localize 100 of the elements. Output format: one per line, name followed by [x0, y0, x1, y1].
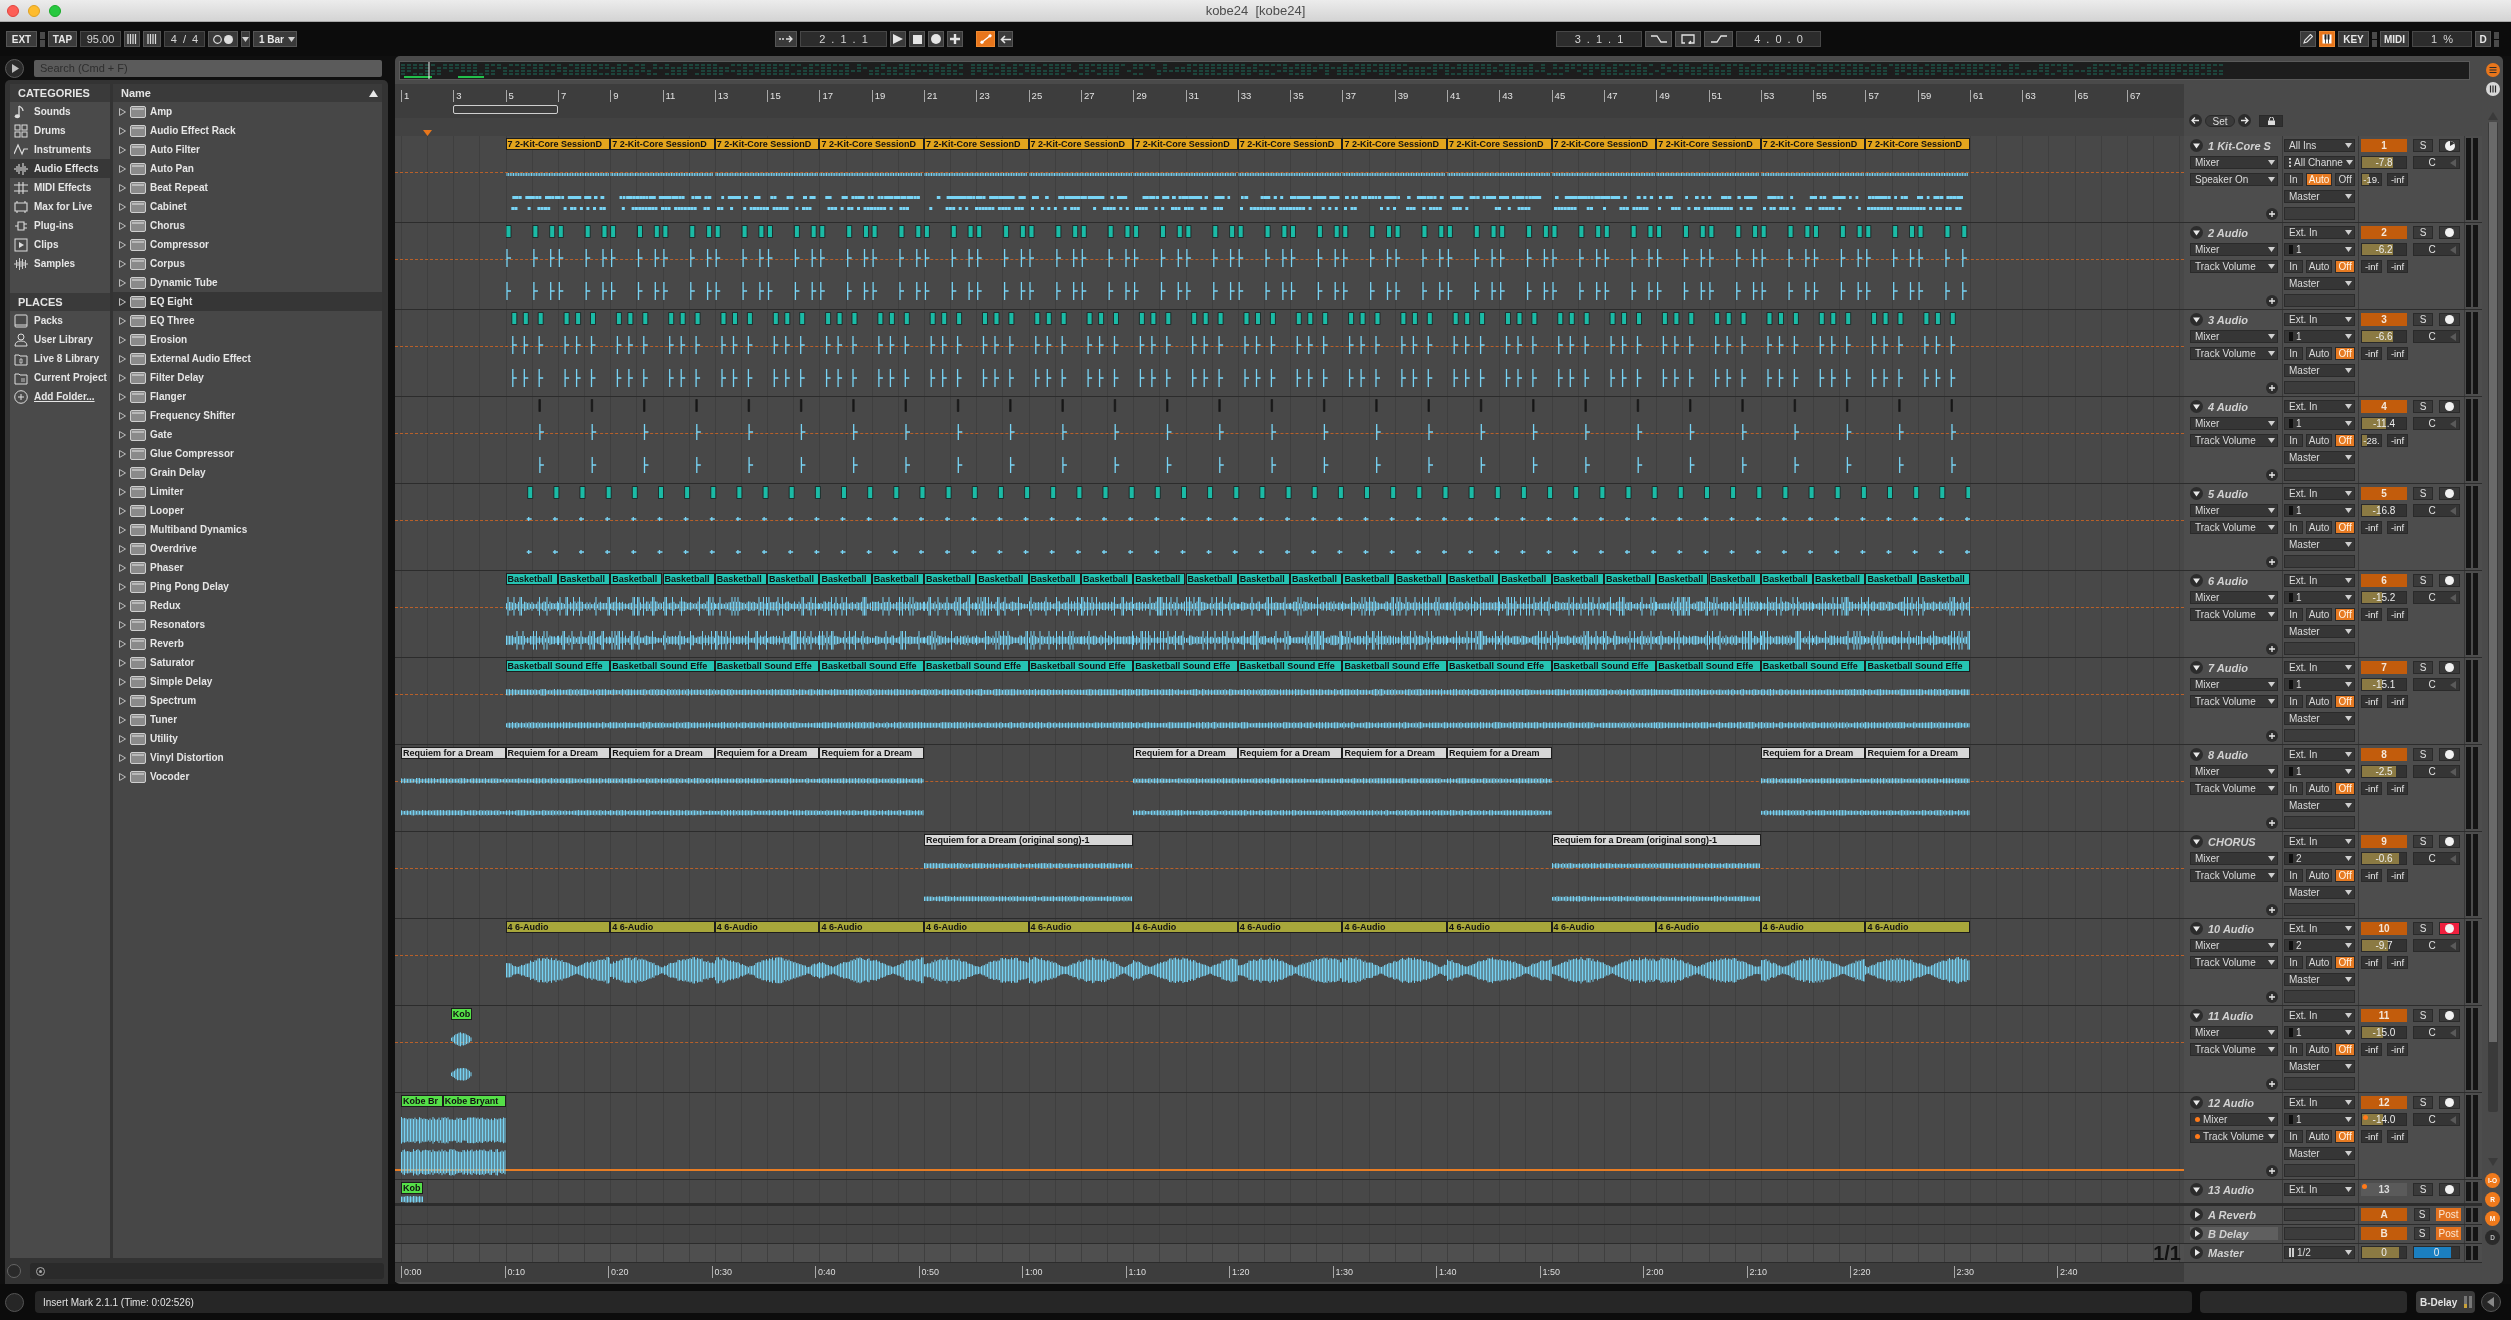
song-position-field[interactable]: 2 . 1 . 1 [800, 31, 887, 47]
input-type-dropdown[interactable]: Ext. In [2284, 1183, 2355, 1196]
empty-field[interactable] [2284, 1077, 2355, 1090]
place-item[interactable]: Packs [10, 311, 110, 330]
track-title-bar[interactable]: 8 Audio [2190, 748, 2278, 761]
device-chooser-dropdown[interactable]: Mixer [2190, 330, 2278, 343]
back-to-arrangement-button[interactable] [998, 31, 1013, 47]
lock-button[interactable] [2259, 115, 2283, 127]
device-chooser-dropdown[interactable]: Mixer [2190, 156, 2278, 169]
clip-header[interactable]: Requiem for a Dream [1447, 747, 1552, 759]
clip-header[interactable]: 4 6-Audio [1028, 921, 1134, 933]
clip-header[interactable]: Basketball [1028, 573, 1081, 585]
triangle-right-outline-icon[interactable] [119, 411, 126, 420]
output-dropdown[interactable]: Master [2284, 886, 2355, 899]
triangle-right-outline-icon[interactable] [119, 677, 126, 686]
track-title-bar[interactable]: 4 Audio [2190, 400, 2278, 413]
triangle-right-outline-icon[interactable] [119, 240, 126, 249]
browser-item[interactable]: Utility [113, 729, 382, 748]
triangle-right-outline-icon[interactable] [119, 335, 126, 344]
track-title-bar[interactable]: CHORUS [2190, 835, 2278, 848]
pan-control[interactable]: C [2413, 243, 2460, 256]
empty-field[interactable] [2284, 1164, 2355, 1177]
browser-item[interactable]: Glue Compressor [113, 444, 382, 463]
short-clips-strip[interactable] [505, 225, 1970, 301]
track-activator-button[interactable]: 6 [2361, 574, 2407, 587]
peak-meter[interactable]: -inf [2361, 608, 2382, 621]
play-button[interactable] [890, 31, 906, 47]
arm-button[interactable] [2439, 922, 2460, 935]
track-activator-button[interactable]: 7 [2361, 661, 2407, 674]
track-activator-button[interactable]: 9 [2361, 835, 2407, 848]
arm-button[interactable] [2439, 139, 2460, 152]
plus-circle-icon[interactable] [2266, 990, 2278, 1003]
triangle-right-icon[interactable] [2190, 1246, 2203, 1259]
input-channel-dropdown[interactable]: 1 [2284, 765, 2355, 778]
device-chooser-dropdown[interactable]: Mixer [2190, 939, 2278, 952]
clip-header[interactable]: Basketball [1133, 573, 1186, 585]
triangle-right-outline-icon[interactable] [119, 525, 126, 534]
monitor-button[interactable]: In [2284, 173, 2303, 186]
triangle-down-icon[interactable] [2190, 1009, 2203, 1022]
arm-button[interactable] [2439, 835, 2460, 848]
monitor-button[interactable]: Auto [2305, 695, 2333, 708]
triangle-right-outline-icon[interactable] [119, 164, 126, 173]
solo-button[interactable]: S [2413, 400, 2433, 413]
control-chooser-dropdown[interactable]: Track Volume [2190, 956, 2278, 969]
browser-item[interactable]: Auto Filter [113, 140, 382, 159]
clip-header[interactable]: 7 2-Kit-Core SessionD [1865, 138, 1970, 150]
arm-button[interactable] [2439, 487, 2460, 500]
track-activator-button[interactable]: B [2361, 1227, 2407, 1240]
triangle-right-outline-icon[interactable] [119, 658, 126, 667]
pan-control[interactable]: C [2413, 939, 2460, 952]
browser-item[interactable]: Limiter [113, 482, 382, 501]
automation-line[interactable] [395, 607, 2184, 608]
clip-header[interactable]: 7 2-Kit-Core SessionD [1760, 138, 1866, 150]
output-dropdown[interactable]: Master [2284, 451, 2355, 464]
triangle-down-icon[interactable] [2190, 400, 2203, 413]
track-activator-button[interactable]: 1 [2361, 139, 2407, 152]
browser-item[interactable]: Frequency Shifter [113, 406, 382, 425]
loop-start-field[interactable]: 3 . 1 . 1 [1556, 31, 1642, 47]
empty-field[interactable] [2284, 1208, 2355, 1221]
category-item[interactable]: Audio Effects [10, 159, 110, 178]
device-chooser-dropdown[interactable]: Mixer [2190, 1113, 2278, 1126]
control-chooser-dropdown[interactable]: Track Volume [2190, 347, 2278, 360]
arm-button[interactable] [2439, 1096, 2460, 1109]
triangle-right-outline-icon[interactable] [119, 392, 126, 401]
clip-header[interactable]: 7 2-Kit-Core SessionD [1237, 138, 1343, 150]
triangle-right-outline-icon[interactable] [119, 753, 126, 762]
bar-ruler[interactable]: 1 3 5 7 9 11 13 15 17 19 21 23 25 27 29 31 33 35 37 39 41 43 45 47 49 51 53 55 57 59 61 63 65 67 [395, 84, 2184, 118]
empty-field[interactable] [2284, 903, 2355, 916]
empty-field[interactable] [2284, 207, 2355, 220]
clip-header[interactable]: Basketball Sound Effe [1865, 660, 1970, 672]
arm-button[interactable] [2439, 400, 2460, 413]
peak-meter[interactable]: -inf [2387, 434, 2408, 447]
empty-field[interactable] [2284, 990, 2355, 1003]
clip-header[interactable]: 4 6-Audio [1551, 921, 1657, 933]
solo-button[interactable]: S [2413, 922, 2433, 935]
stop-button[interactable] [909, 31, 925, 47]
device-chooser-dropdown[interactable]: Mixer [2190, 678, 2278, 691]
control-chooser-dropdown[interactable]: Track Volume [2190, 608, 2278, 621]
triangle-down-icon[interactable] [2190, 139, 2203, 152]
browser-item[interactable]: Multiband Dynamics [113, 520, 382, 539]
empty-field[interactable] [2284, 294, 2355, 307]
track-title-bar[interactable]: 1 Kit-Core S [2190, 139, 2278, 152]
volume-slider[interactable]: 0 [2361, 1246, 2407, 1259]
monitor-button[interactable]: In [2284, 1130, 2303, 1143]
plus-circle-icon[interactable] [2266, 555, 2278, 568]
volume-slider[interactable]: -15.0 [2361, 1026, 2407, 1039]
browser-item[interactable]: Dynamic Tube [113, 273, 382, 292]
monitor-button[interactable]: Auto [2305, 347, 2333, 360]
plus-circle-icon[interactable] [2266, 207, 2278, 220]
draw-mode-button[interactable] [2300, 31, 2316, 47]
output-dropdown[interactable]: Master [2284, 973, 2355, 986]
follow-button[interactable] [775, 31, 797, 47]
input-channel-dropdown[interactable]: 1 [2284, 1113, 2355, 1126]
arm-button[interactable] [2439, 574, 2460, 587]
empty-field[interactable] [2284, 555, 2355, 568]
plus-circle-icon[interactable] [2266, 468, 2278, 481]
triangle-down-icon[interactable] [2190, 313, 2203, 326]
triangle-right-outline-icon[interactable] [119, 221, 126, 230]
browser-item[interactable]: Corpus [113, 254, 382, 273]
automation-line[interactable] [395, 259, 2184, 260]
